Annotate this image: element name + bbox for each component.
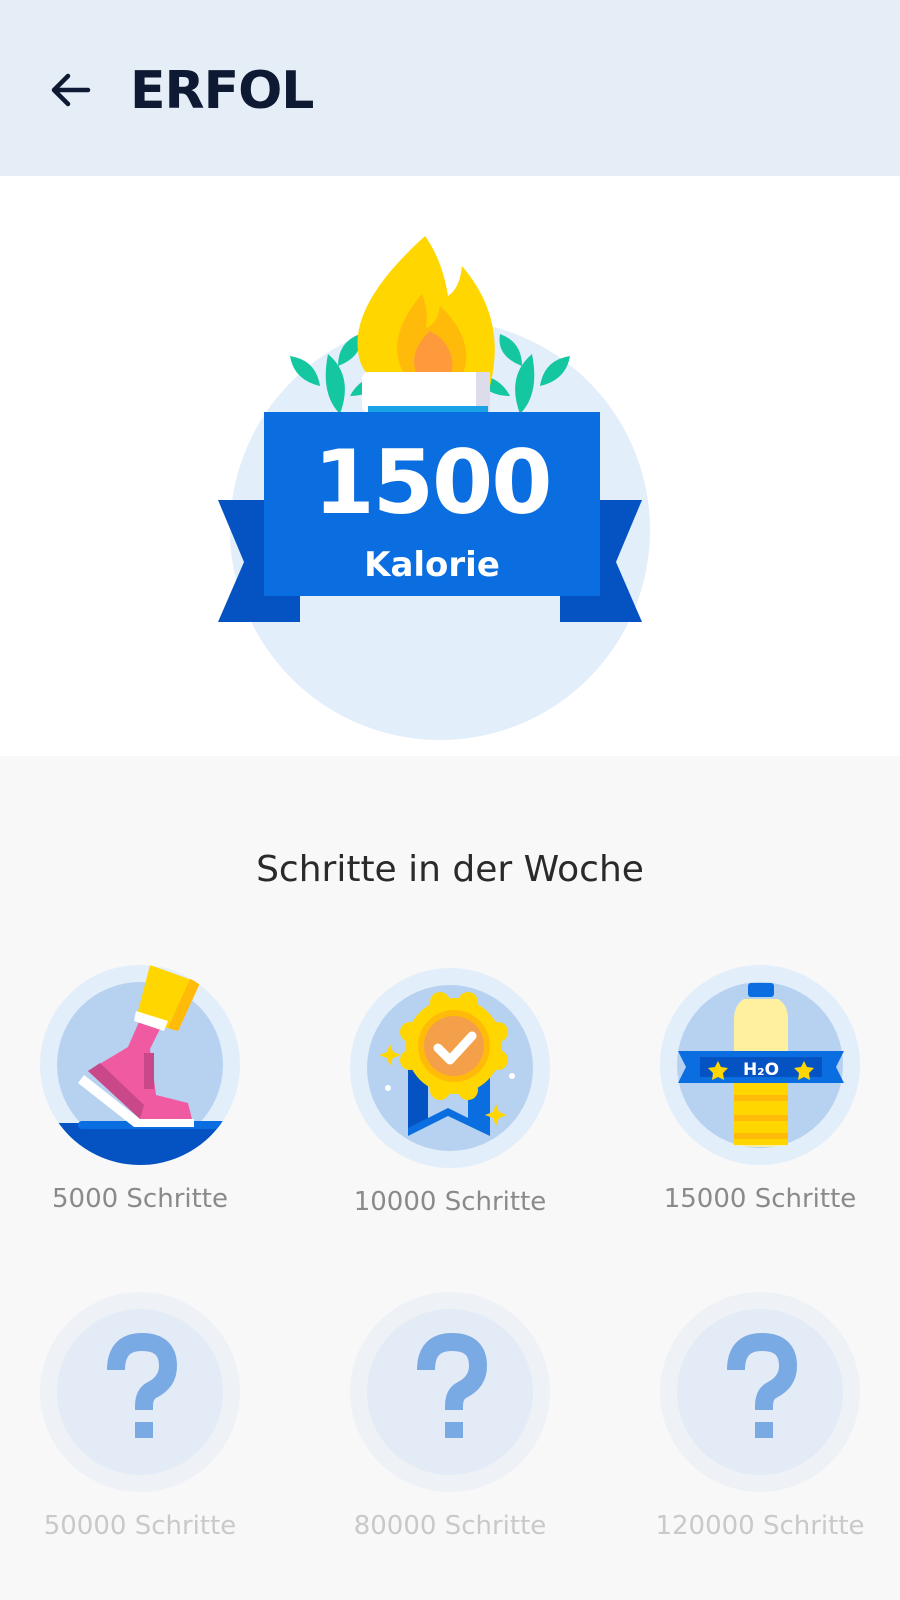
- achievement-5000-steps[interactable]: 5000 Schritte: [20, 965, 260, 1217]
- question-mark-icon: [350, 1292, 550, 1492]
- achievement-label: 120000 Schritte: [655, 1511, 865, 1541]
- achievement-label: 80000 Schritte: [353, 1511, 547, 1541]
- achievement-label: 50000 Schritte: [43, 1511, 237, 1541]
- achievement-label: 10000 Schritte: [353, 1187, 547, 1217]
- bottle-label-text: H₂O: [743, 1060, 779, 1080]
- page-title: ERFOL: [130, 61, 314, 121]
- achievement-10000-steps[interactable]: 10000 Schritte: [330, 968, 570, 1220]
- top-app-bar: ERFOL: [0, 0, 900, 176]
- water-bottle-icon: H₂O: [660, 965, 860, 1165]
- achievement-50000-steps[interactable]: 50000 Schritte: [20, 1292, 260, 1544]
- back-button[interactable]: [40, 60, 100, 120]
- section-title: Schritte in der Woche: [256, 849, 644, 890]
- question-mark-icon: [660, 1292, 860, 1492]
- achievement-120000-steps[interactable]: 120000 Schritte: [640, 1292, 880, 1544]
- hero-value: 1500: [313, 431, 553, 534]
- achievement-label: 5000 Schritte: [51, 1184, 228, 1214]
- sneaker-icon: [40, 965, 240, 1165]
- achievement-label: 15000 Schritte: [663, 1184, 857, 1214]
- hero-unit: Kalorie: [364, 545, 500, 585]
- arrow-left-icon: [51, 73, 91, 107]
- medal-check-icon: [350, 968, 550, 1168]
- question-mark-icon: [40, 1292, 240, 1492]
- achievement-80000-steps[interactable]: 80000 Schritte: [330, 1292, 570, 1544]
- achievement-15000-steps[interactable]: H₂O 15000 Schritte: [640, 965, 880, 1217]
